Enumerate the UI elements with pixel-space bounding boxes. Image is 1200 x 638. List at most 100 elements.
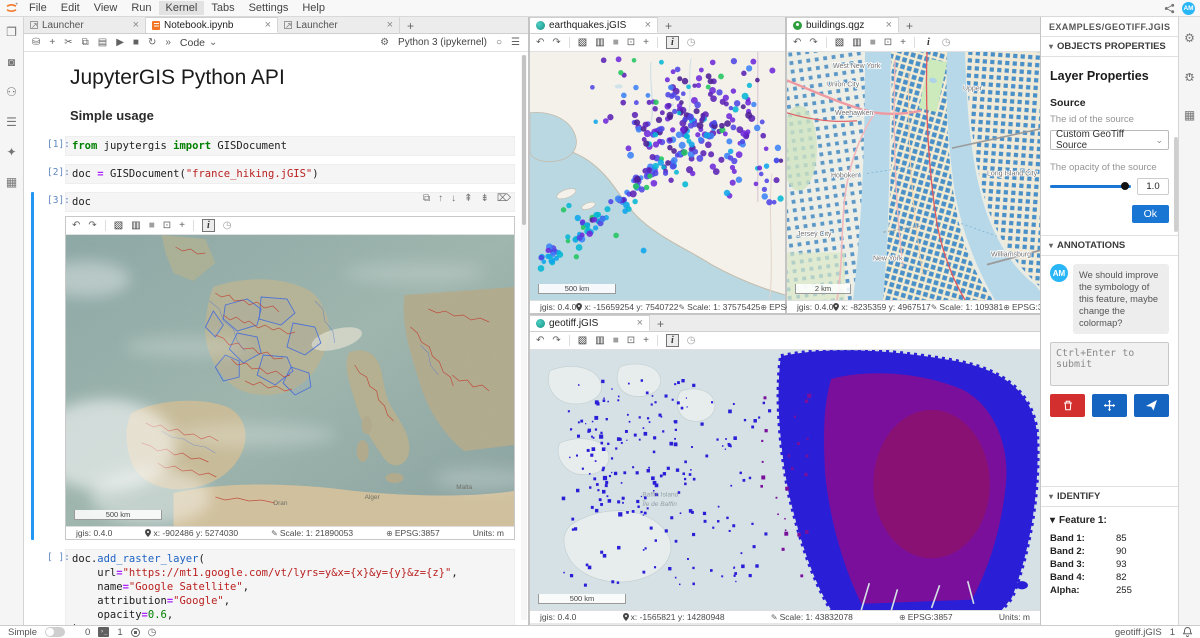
save-icon[interactable]: ⛁	[32, 37, 40, 48]
notification-count[interactable]: 1	[1170, 627, 1175, 638]
basemap-icon[interactable]: ▥	[595, 37, 604, 48]
restart-icon[interactable]: ↻	[148, 37, 156, 48]
hamburger-icon[interactable]: ☰	[511, 37, 520, 48]
map-earthquakes[interactable]: 500 km	[530, 52, 785, 300]
code-cell-1[interactable]: [1]: from jupytergis import GISDocument	[65, 136, 515, 156]
tab-notebook[interactable]: Notebook.ipynb ×	[146, 17, 278, 33]
current-file-label[interactable]: geotiff.jGIS	[1115, 627, 1162, 638]
add-layer-icon[interactable]: +	[179, 220, 185, 231]
code-input[interactable]: from jupytergis import GISDocument	[65, 136, 515, 156]
close-icon[interactable]: ×	[637, 317, 643, 329]
running-kernels-icon[interactable]: ◙	[8, 55, 15, 69]
menu-edit[interactable]: Edit	[54, 1, 87, 15]
new-tab-button[interactable]: +	[658, 19, 679, 33]
stop-icon[interactable]: ■	[133, 37, 139, 48]
basemap-icon[interactable]: ▥	[852, 37, 861, 48]
close-icon[interactable]: ×	[645, 19, 651, 31]
redo-icon[interactable]: ↷	[552, 37, 560, 48]
property-inspector-icon[interactable]: ⚙	[1184, 31, 1195, 45]
center-annotation-button[interactable]	[1092, 394, 1127, 417]
tab-launcher-1[interactable]: ↗ Launcher ×	[24, 17, 146, 33]
kernel-name[interactable]: Python 3 (ipykernel)	[398, 37, 487, 48]
basemap-icon[interactable]: ▥	[131, 220, 140, 231]
menu-view[interactable]: View	[87, 1, 125, 15]
code-cell-4[interactable]: [ ]: doc.add_raster_layer( url="https://…	[65, 549, 515, 625]
identify-panel-header[interactable]: ▾ IDENTIFY	[1041, 487, 1178, 507]
temporal-icon[interactable]: ◷	[687, 335, 696, 346]
cell-type-select[interactable]: Code⌄	[180, 37, 218, 49]
temporal-icon[interactable]: ◷	[223, 220, 232, 231]
jupytergis-panel-icon[interactable]: ▦	[6, 175, 17, 189]
file-browser-icon[interactable]: ❐	[6, 25, 17, 39]
delete-annotation-button[interactable]	[1050, 394, 1085, 417]
code-cell-3[interactable]: [3]: doc ⧉ ↑ ↓ ⇞ ⇟ ⌦	[65, 192, 515, 212]
notebook-scrollbar[interactable]	[521, 55, 527, 620]
move-up-icon[interactable]: ↑	[438, 193, 443, 204]
redo-icon[interactable]: ↷	[552, 335, 560, 346]
undo-icon[interactable]: ↶	[536, 335, 544, 346]
undo-icon[interactable]: ↶	[536, 37, 544, 48]
tab-earthquakes[interactable]: earthquakes.jGIS ×	[530, 17, 658, 33]
menu-file[interactable]: File	[22, 1, 54, 15]
insert-below-icon[interactable]: ⇟	[480, 193, 488, 204]
feature-header[interactable]: ▾ Feature 1:	[1050, 515, 1169, 526]
bell-icon[interactable]	[1183, 627, 1192, 637]
add-layer-icon[interactable]: +	[643, 335, 649, 346]
terminals-count[interactable]: 0	[85, 627, 90, 638]
jupytergis-panel-icon[interactable]: ▦	[1184, 108, 1195, 122]
identify-icon[interactable]: i	[666, 334, 679, 347]
insert-above-icon[interactable]: ⇞	[464, 193, 472, 204]
code-input[interactable]: doc.add_raster_layer( url="https://mt1.g…	[65, 549, 515, 625]
close-icon[interactable]: ×	[387, 19, 393, 31]
user-avatar[interactable]: AM	[1182, 2, 1195, 15]
extent-icon[interactable]: ⊡	[627, 335, 635, 346]
map-france[interactable]: Oran Alger Malta 500 km	[66, 235, 514, 526]
objects-properties-header[interactable]: ▾ OBJECTS PROPERTIES	[1041, 37, 1178, 57]
cut-icon[interactable]: ✂	[64, 37, 72, 48]
identify-icon[interactable]: i	[923, 37, 934, 48]
extent-icon[interactable]: ⊡	[163, 220, 171, 231]
tab-geotiff[interactable]: geotiff.jGIS ×	[530, 315, 650, 331]
tab-buildings[interactable]: buildings.qgz ×	[787, 17, 899, 33]
move-down-icon[interactable]: ↓	[451, 193, 456, 204]
map-geotiff[interactable]: Baffin Island Île de Baffin 500 km	[530, 350, 1040, 610]
menu-kernel[interactable]: Kernel	[159, 1, 205, 15]
table-of-contents-icon[interactable]: ☰	[6, 115, 17, 129]
opacity-icon[interactable]: ■	[613, 335, 619, 346]
code-cell-2[interactable]: [2]: doc = GISDocument("france_hiking.jG…	[65, 164, 515, 184]
submit-annotation-button[interactable]	[1134, 394, 1169, 417]
annotations-header[interactable]: ▾ ANNOTATIONS	[1041, 236, 1178, 256]
opacity-icon[interactable]: ■	[613, 37, 619, 48]
collaboration-icon[interactable]: ⚇	[6, 85, 17, 99]
redo-icon[interactable]: ↷	[88, 220, 96, 231]
menu-help[interactable]: Help	[295, 1, 332, 15]
extensions-icon[interactable]: ✦	[6, 145, 16, 159]
opacity-value[interactable]: 1.0	[1137, 178, 1169, 195]
menu-tabs[interactable]: Tabs	[204, 1, 241, 15]
close-icon[interactable]: ×	[886, 19, 892, 31]
opacity-icon[interactable]: ■	[149, 220, 155, 231]
layers-icon[interactable]: ▧	[114, 220, 123, 231]
add-layer-icon[interactable]: +	[900, 37, 906, 48]
close-icon[interactable]: ×	[265, 19, 271, 31]
temporal-icon[interactable]: ◷	[942, 37, 951, 48]
source-select[interactable]: Custom GeoTiff Source ⌄	[1050, 130, 1169, 150]
identify-icon[interactable]: i	[666, 36, 679, 49]
run-all-icon[interactable]: »	[165, 37, 171, 48]
undo-icon[interactable]: ↶	[793, 37, 801, 48]
ok-button[interactable]: Ok	[1132, 205, 1169, 223]
annotation-input[interactable]: Ctrl+Enter to submit	[1050, 342, 1169, 386]
opacity-icon[interactable]: ■	[870, 37, 876, 48]
map-buildings[interactable]: West New York Union City Weehawken Hobok…	[787, 52, 1040, 300]
copy-icon[interactable]: ⧉	[82, 37, 89, 48]
run-icon[interactable]: ▶	[116, 37, 124, 48]
gear-icon[interactable]: ⚙	[380, 37, 389, 48]
share-icon[interactable]	[1164, 3, 1175, 14]
paste-icon[interactable]: ▤	[98, 37, 107, 48]
code-input[interactable]: doc = GISDocument("france_hiking.jGIS")	[65, 164, 515, 184]
debugger-bug-icon[interactable]	[1184, 71, 1195, 82]
add-cell-icon[interactable]: +	[49, 37, 55, 48]
history-icon[interactable]: ◷	[148, 627, 157, 638]
delete-cell-icon[interactable]: ⌦	[497, 193, 511, 204]
redo-icon[interactable]: ↷	[809, 37, 817, 48]
